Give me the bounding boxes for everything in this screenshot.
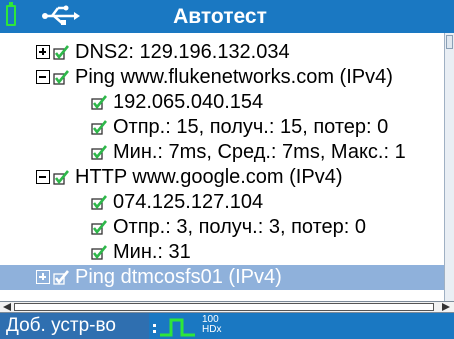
check-icon: [91, 145, 107, 160]
tree-row[interactable]: Мин.: 7ms, Сред.: 7ms, Макс.: 1: [0, 140, 444, 165]
collapse-icon[interactable]: [36, 170, 50, 184]
horizontal-scrollbar[interactable]: [0, 301, 454, 313]
expand-icon[interactable]: [36, 45, 50, 59]
check-icon: [53, 270, 69, 285]
tree-row-label: Ping www.flukenetworks.com (IPv4): [75, 66, 393, 88]
tree-row-label: Отпр.: 3, получ.: 3, потер: 0: [113, 216, 367, 238]
tree-row[interactable]: 192.065.040.154: [0, 90, 444, 115]
check-icon: [91, 120, 107, 135]
check-icon: [91, 245, 107, 260]
link-speed: 100 HDx: [202, 315, 221, 335]
check-icon: [53, 170, 69, 185]
tree-row[interactable]: DNS2: 129.196.132.034: [0, 40, 444, 65]
tree-row[interactable]: Отпр.: 15, получ.: 15, потер: 0: [0, 115, 444, 140]
horizontal-scroll-thumb[interactable]: [14, 303, 434, 311]
collapse-icon[interactable]: [36, 70, 50, 84]
add-device-softkey[interactable]: Доб. устр-во: [0, 313, 149, 339]
tree-row-label: 192.065.040.154: [113, 91, 264, 113]
tree-row-label: Отпр.: 15, получ.: 15, потер: 0: [113, 116, 389, 138]
link-status-icon: [153, 318, 195, 337]
bottom-bar: Доб. устр-во 100 HDx: [0, 313, 454, 339]
tree-row-label: HTTP www.google.com (IPv4): [75, 166, 343, 188]
tree-row-label: Мин.: 31: [113, 241, 191, 263]
tree-row[interactable]: HTTP www.google.com (IPv4): [0, 165, 444, 190]
check-icon: [53, 45, 69, 60]
vertical-scrollbar[interactable]: [444, 33, 454, 301]
check-icon: [91, 220, 107, 235]
vertical-scroll-thumb[interactable]: [446, 35, 453, 49]
expand-icon[interactable]: [36, 270, 50, 284]
battery-icon: [6, 2, 16, 26]
scroll-left-arrow-icon[interactable]: [2, 303, 12, 311]
tree-row-label: 074.125.127.104: [113, 191, 264, 213]
usb-icon: [42, 5, 80, 25]
check-icon: [91, 95, 107, 110]
results-tree[interactable]: DNS2: 129.196.132.034 Ping www.flukenetwo…: [0, 33, 444, 301]
check-icon: [53, 70, 69, 85]
tree-row-label: Ping dtmcosfs01 (IPv4): [75, 266, 282, 288]
tree-row-label: Мин.: 7ms, Сред.: 7ms, Макс.: 1: [113, 141, 406, 163]
page-title: Автотест: [173, 5, 267, 28]
scroll-right-arrow-icon[interactable]: [441, 303, 451, 311]
check-icon: [91, 195, 107, 210]
tree-row[interactable]: Мин.: 31: [0, 240, 444, 265]
tree-row-label: DNS2: 129.196.132.034: [75, 41, 290, 63]
title-bar: Автотест: [0, 0, 454, 33]
link-duplex: HDx: [202, 324, 222, 335]
tree-row-selected[interactable]: Ping dtmcosfs01 (IPv4): [0, 265, 444, 290]
tree-row[interactable]: Отпр.: 3, получ.: 3, потер: 0: [0, 215, 444, 240]
tree-row[interactable]: 074.125.127.104: [0, 190, 444, 215]
tree-row[interactable]: Ping www.flukenetworks.com (IPv4): [0, 65, 444, 90]
